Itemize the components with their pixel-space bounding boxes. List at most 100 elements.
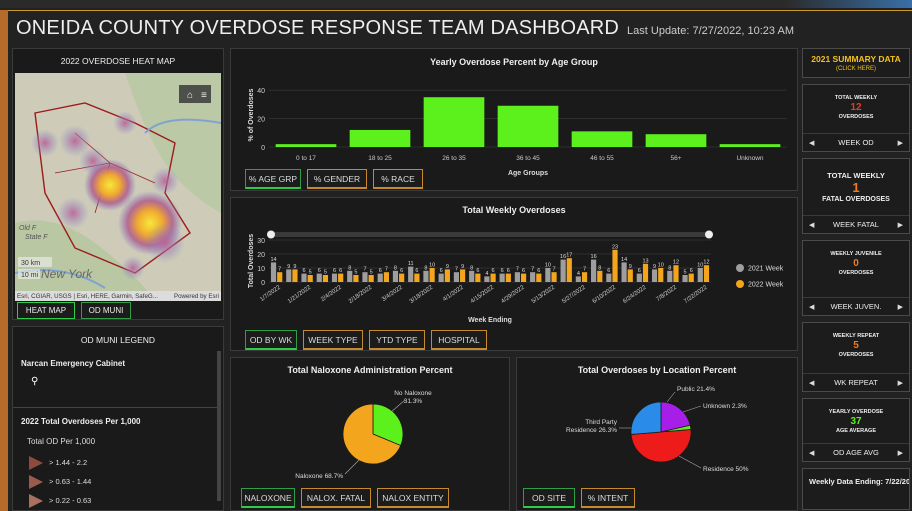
weekly-bar-2022[interactable] — [429, 268, 435, 282]
age-bar[interactable] — [497, 105, 559, 147]
next-arrow-icon[interactable]: ▶ — [898, 379, 903, 387]
weekly-bar-2021[interactable] — [499, 273, 505, 282]
weekly-bar-2021[interactable] — [453, 272, 460, 282]
tab-race[interactable]: % RACE — [373, 169, 423, 189]
weekly-bar-2021[interactable] — [545, 268, 551, 282]
weekly-bar-2022[interactable] — [505, 273, 511, 282]
weekly-bar-2022[interactable] — [475, 273, 481, 282]
weekly-range-slider[interactable] — [269, 232, 711, 237]
weekly-bar-2021[interactable] — [484, 276, 490, 282]
age-bar[interactable] — [423, 97, 485, 147]
weekly-bar-2021[interactable] — [560, 259, 566, 282]
weekly-bar-2021[interactable] — [316, 273, 322, 282]
weekly-bar-2021[interactable] — [514, 272, 520, 282]
weekly-bar-2022[interactable] — [383, 272, 389, 282]
pie-slice[interactable] — [630, 429, 692, 463]
weekly-bar-2021[interactable] — [636, 273, 642, 282]
weekly-bar-2022[interactable] — [338, 273, 344, 282]
summary-card-select-label[interactable]: WEEK OD — [838, 138, 873, 147]
weekly-bar-2022[interactable] — [536, 273, 542, 282]
weekly-bar-2022[interactable] — [658, 268, 664, 282]
weekly-bar-2022[interactable] — [673, 265, 679, 282]
slider-handle-start[interactable] — [267, 230, 275, 239]
weekly-bar-2022[interactable] — [460, 269, 466, 282]
weekly-bar-2022[interactable] — [292, 269, 298, 282]
od-muni-button[interactable]: OD MUNI — [81, 302, 131, 319]
weekly-bar-2022[interactable] — [490, 273, 496, 282]
summary-header[interactable]: 2021 SUMMARY DATA — [803, 54, 909, 64]
tab-nalox-fatal[interactable]: NALOX. FATAL — [301, 488, 371, 508]
heat-map-button[interactable]: HEAT MAP — [17, 302, 75, 319]
powered-by[interactable]: Powered by Esri — [174, 293, 221, 300]
next-arrow-icon[interactable]: ▶ — [898, 303, 903, 311]
weekly-bar-2022[interactable] — [444, 269, 450, 282]
weekly-bar-2021[interactable] — [377, 273, 383, 282]
tab-od-by-wk[interactable]: OD BY WK — [245, 330, 297, 350]
summary-card-selector[interactable]: ◀ WEEK FATAL ▶ — [803, 215, 909, 233]
summary-card-select-label[interactable]: WK REPEAT — [834, 378, 878, 387]
weekly-bar-2021[interactable] — [347, 270, 353, 282]
weekly-bar-2022[interactable] — [414, 273, 420, 282]
weekly-bar-2022[interactable] — [688, 273, 694, 282]
tab-intent[interactable]: % INTENT — [581, 488, 635, 508]
weekly-bar-2022[interactable] — [612, 249, 618, 282]
tab-ytd-type[interactable]: YTD TYPE — [369, 330, 425, 350]
summary-card-selector[interactable]: ◀ WEEK JUVEN. ▶ — [803, 297, 909, 315]
weekly-bar-2022[interactable] — [642, 263, 649, 282]
summary-card-select-label[interactable]: WEEK FATAL — [833, 220, 879, 229]
weekly-bar-2022[interactable] — [520, 273, 527, 282]
weekly-bar-2022[interactable] — [353, 275, 359, 282]
weekly-bar-2021[interactable] — [423, 270, 429, 282]
weekly-bar-2021[interactable] — [530, 272, 536, 282]
tab-nalox-entity[interactable]: NALOX ENTITY — [377, 488, 449, 508]
summary-header-card[interactable]: 2021 SUMMARY DATA (CLICK HERE) — [802, 48, 910, 78]
prev-arrow-icon[interactable]: ◀ — [809, 139, 814, 147]
age-bar[interactable] — [349, 129, 411, 147]
tab-hospital[interactable]: HOSPITAL — [431, 330, 487, 350]
summary-card-selector[interactable]: ◀ OD AGE AVG ▶ — [803, 443, 909, 461]
next-arrow-icon[interactable]: ▶ — [898, 139, 903, 147]
weekly-bar-2021[interactable] — [667, 270, 673, 282]
weekly-bar-2022[interactable] — [566, 258, 572, 282]
weekly-bar-2022[interactable] — [597, 270, 603, 282]
weekly-bar-2022[interactable] — [627, 269, 633, 282]
weekly-bar-2021[interactable] — [438, 273, 444, 282]
weekly-bar-2021[interactable] — [682, 275, 688, 282]
weekly-bar-2021[interactable] — [621, 262, 627, 282]
weekly-bar-2021[interactable] — [408, 266, 414, 282]
tab-naloxone[interactable]: NALOXONE — [241, 488, 295, 508]
map-view[interactable]: ⌂ ≡ New York Old F State F 30 km 10 mi — [15, 73, 221, 301]
summary-card-select-label[interactable]: WEEK JUVEN. — [831, 302, 882, 311]
weekly-bar-2021[interactable] — [286, 269, 292, 282]
weekly-bar-2022[interactable] — [368, 275, 374, 282]
next-arrow-icon[interactable]: ▶ — [898, 449, 903, 457]
weekly-bar-2021[interactable] — [591, 259, 597, 282]
tab-od-site[interactable]: OD SITE — [523, 488, 575, 508]
weekly-bar-2021[interactable] — [301, 273, 307, 282]
prev-arrow-icon[interactable]: ◀ — [809, 379, 814, 387]
summary-click-here[interactable]: (CLICK HERE) — [803, 66, 909, 72]
prev-arrow-icon[interactable]: ◀ — [809, 303, 814, 311]
weekly-bar-2021[interactable] — [392, 270, 399, 282]
pie-slice[interactable] — [630, 401, 662, 435]
weekly-bar-2021[interactable] — [651, 269, 658, 282]
tab-gender[interactable]: % GENDER — [307, 169, 367, 189]
legend-scrollbar[interactable] — [217, 351, 221, 501]
age-bar[interactable] — [571, 131, 633, 147]
weekly-bar-2022[interactable] — [399, 273, 405, 282]
next-arrow-icon[interactable]: ▶ — [898, 221, 903, 229]
summary-card-selector[interactable]: ◀ WEEK OD ▶ — [803, 133, 909, 151]
prev-arrow-icon[interactable]: ◀ — [809, 449, 814, 457]
weekly-bar-2022[interactable] — [551, 272, 557, 282]
prev-arrow-icon[interactable]: ◀ — [809, 221, 814, 229]
summary-card-select-label[interactable]: OD AGE AVG — [833, 448, 879, 457]
age-bar[interactable] — [275, 144, 337, 147]
weekly-bar-2021[interactable] — [697, 268, 703, 282]
tab-age-grp[interactable]: % AGE GRP — [245, 169, 301, 189]
weekly-bar-2022[interactable] — [307, 275, 313, 282]
weekly-bar-2021[interactable] — [362, 272, 368, 282]
weekly-bar-2021[interactable] — [331, 273, 338, 282]
weekly-bar-2021[interactable] — [469, 270, 475, 282]
weekly-bar-2022[interactable] — [581, 272, 588, 282]
weekly-bar-2022[interactable] — [703, 265, 710, 282]
